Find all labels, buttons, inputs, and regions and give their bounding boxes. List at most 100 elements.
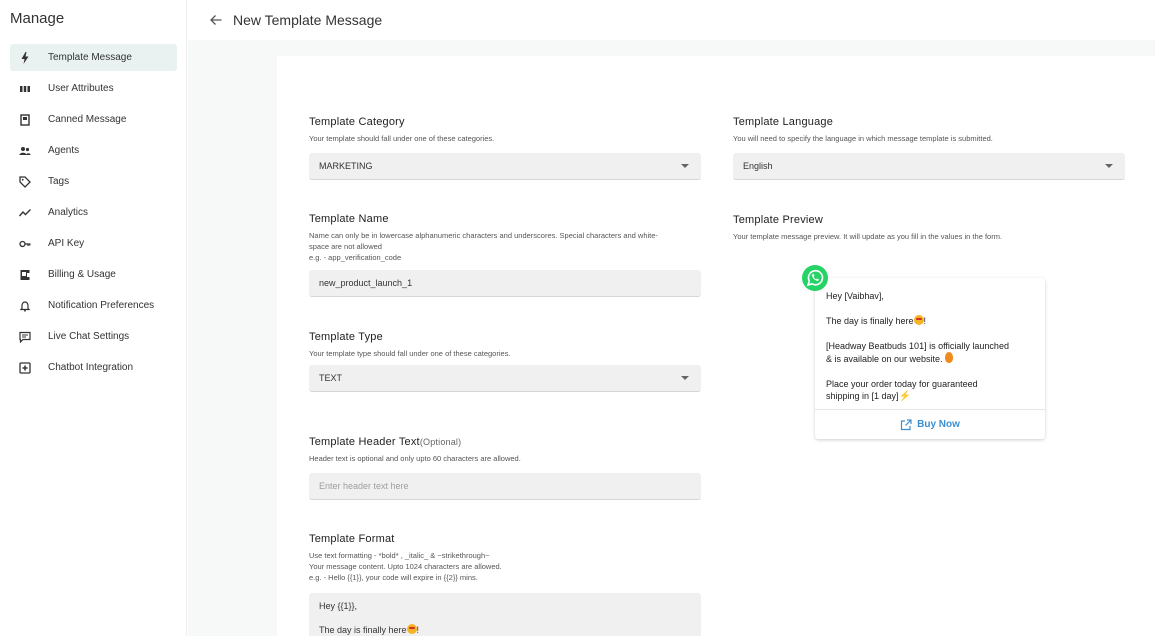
buy-now-label: Buy Now [917, 419, 960, 430]
dropdown-caret-icon [681, 376, 689, 380]
sidebar-item-agents[interactable]: Agents [10, 137, 177, 164]
lightning-emoji-icon: ⚡ [898, 391, 912, 402]
sidebar-item-live-chat-settings[interactable]: Live Chat Settings [10, 323, 177, 350]
language-help: You will need to specify the language in… [733, 134, 993, 143]
sidebar-item-api-key[interactable]: API Key [10, 230, 177, 257]
format-help-line: Use text formatting - *bold* , _italic_ … [309, 551, 490, 560]
heart-eyes-emoji-icon [913, 315, 924, 325]
sidebar-nav: Template Message User Attributes Canned … [10, 44, 177, 385]
language-value: English [743, 161, 773, 171]
message-preview-card: Hey [Vaibhav], The day is finally here! … [815, 278, 1045, 439]
lightning-icon [18, 51, 32, 65]
buy-now-button[interactable]: Buy Now [815, 410, 1045, 439]
preview-greeting: Hey [Vaibhav], [826, 291, 884, 301]
category-field: Template Category Your template should f… [309, 116, 701, 144]
sidebar-item-label: Tags [48, 176, 70, 187]
people-icon [18, 144, 32, 158]
sidebar-item-billing[interactable]: Billing & Usage [10, 261, 177, 288]
whatsapp-icon [801, 264, 829, 292]
format-help-line: Your message content. Upto 1024 characte… [309, 562, 502, 571]
name-help-line: Name can only be in lowercase alphanumer… [309, 231, 658, 240]
heart-eyes-emoji-icon [406, 624, 417, 634]
sidebar-item-label: Billing & Usage [48, 269, 116, 280]
back-arrow-icon[interactable] [209, 13, 223, 27]
sidebar-title: Manage [10, 10, 65, 27]
preview-line: [Headway Beatbuds 101] is officially lau… [826, 340, 1038, 365]
preview-line: Place your order today for guaranteed sh… [826, 378, 1038, 403]
sidebar-item-analytics[interactable]: Analytics [10, 199, 177, 226]
name-help-line: space are not allowed [309, 242, 382, 251]
header-text-label: Template Header Text(Optional) [309, 436, 701, 448]
sidebar-item-user-attributes[interactable]: User Attributes [10, 75, 177, 102]
preview-line-text-2: & is available on our website. [826, 352, 1038, 365]
format-field: Template Format Use text formatting - *b… [309, 533, 701, 583]
name-input[interactable]: new_product_launch_1 [309, 270, 701, 297]
format-line-text: The day is finally here [319, 625, 407, 635]
dropdown-caret-icon [681, 164, 689, 168]
format-help-example: e.g. - Hello {{1}}, your code will expir… [309, 573, 478, 582]
preview-line-text-2: shipping in [1 day]⚡ [826, 391, 912, 402]
sidebar-item-label: Agents [48, 145, 80, 156]
type-label: Template Type [309, 331, 383, 343]
optional-hint: (Optional) [419, 437, 462, 447]
name-help-example: e.g. - app_verification_code [309, 253, 402, 262]
fire-emoji-icon [945, 352, 954, 363]
sidebar-item-chatbot-integration[interactable]: Chatbot Integration [10, 354, 177, 381]
preview-line: The day is finally here! [826, 315, 927, 326]
preview-message: Hey [Vaibhav], The day is finally here! … [826, 290, 1038, 416]
preview-line-text: [Headway Beatbuds 101] is officially lau… [826, 341, 1009, 351]
sidebar-item-canned-message[interactable]: Canned Message [10, 106, 177, 133]
dropdown-caret-icon [1105, 164, 1113, 168]
category-select[interactable]: MARKETING [309, 153, 701, 180]
type-select[interactable]: TEXT [309, 365, 701, 392]
name-field: Template Name Name can only be in lowerc… [309, 213, 709, 263]
sidebar-item-label: Chatbot Integration [48, 362, 134, 373]
format-line: The day is finally here! [319, 624, 420, 635]
key-icon [18, 237, 32, 251]
type-value: TEXT [319, 373, 343, 383]
chat-icon [18, 330, 32, 344]
preview-help: Your template message preview. It will u… [733, 232, 1003, 241]
sidebar-item-label: API Key [48, 238, 85, 249]
plus-box-icon [18, 361, 32, 375]
sidebar: Manage Template Message User Attributes … [0, 0, 187, 636]
language-select[interactable]: English [733, 153, 1125, 180]
name-label: Template Name [309, 213, 389, 225]
format-line: Hey {{1}}, [319, 601, 358, 611]
type-help: Your template type should fall under one… [309, 349, 511, 358]
trend-icon [18, 206, 32, 220]
language-label: Template Language [733, 116, 834, 128]
language-field: Template Language You will need to speci… [733, 116, 1133, 144]
header-text-placeholder: Enter header text here [319, 481, 409, 491]
preview-line-text: The day is finally here [826, 316, 914, 326]
category-help: Your template should fall under one of t… [309, 134, 495, 143]
preview-section: Template Preview Your template message p… [733, 214, 1133, 242]
tag-icon [18, 175, 32, 189]
name-value: new_product_launch_1 [319, 278, 413, 288]
header-text-field: Template Header Text(Optional) Header te… [309, 436, 701, 464]
sidebar-item-label: Notification Preferences [48, 300, 155, 311]
sidebar-item-label: User Attributes [48, 83, 114, 94]
page-title: New Template Message [233, 12, 383, 28]
header-text-label-text: Template Header Text [309, 436, 420, 448]
document-icon [18, 113, 32, 127]
name-help: Name can only be in lowercase alphanumer… [309, 230, 709, 263]
sidebar-item-tags[interactable]: Tags [10, 168, 177, 195]
external-link-icon [901, 418, 912, 430]
sidebar-item-label: Analytics [48, 207, 89, 218]
category-label: Template Category [309, 116, 405, 128]
preview-line-text: Place your order today for guaranteed [826, 379, 978, 389]
format-help: Use text formatting - *bold* , _italic_ … [309, 550, 701, 583]
billing-icon [18, 268, 32, 282]
sidebar-item-label: Canned Message [48, 114, 127, 125]
preview-label: Template Preview [733, 214, 824, 226]
sidebar-item-notification-preferences[interactable]: Notification Preferences [10, 292, 177, 319]
sidebar-item-label: Live Chat Settings [48, 331, 130, 342]
sidebar-item-template-message[interactable]: Template Message [10, 44, 177, 71]
header-text-help: Header text is optional and only upto 60… [309, 454, 521, 463]
type-field: Template Type Your template type should … [309, 331, 701, 359]
format-textarea[interactable]: Hey {{1}}, The day is finally here! [309, 593, 701, 636]
header-text-input[interactable]: Enter header text here [309, 473, 701, 500]
format-label: Template Format [309, 533, 395, 545]
columns-icon [18, 82, 32, 96]
